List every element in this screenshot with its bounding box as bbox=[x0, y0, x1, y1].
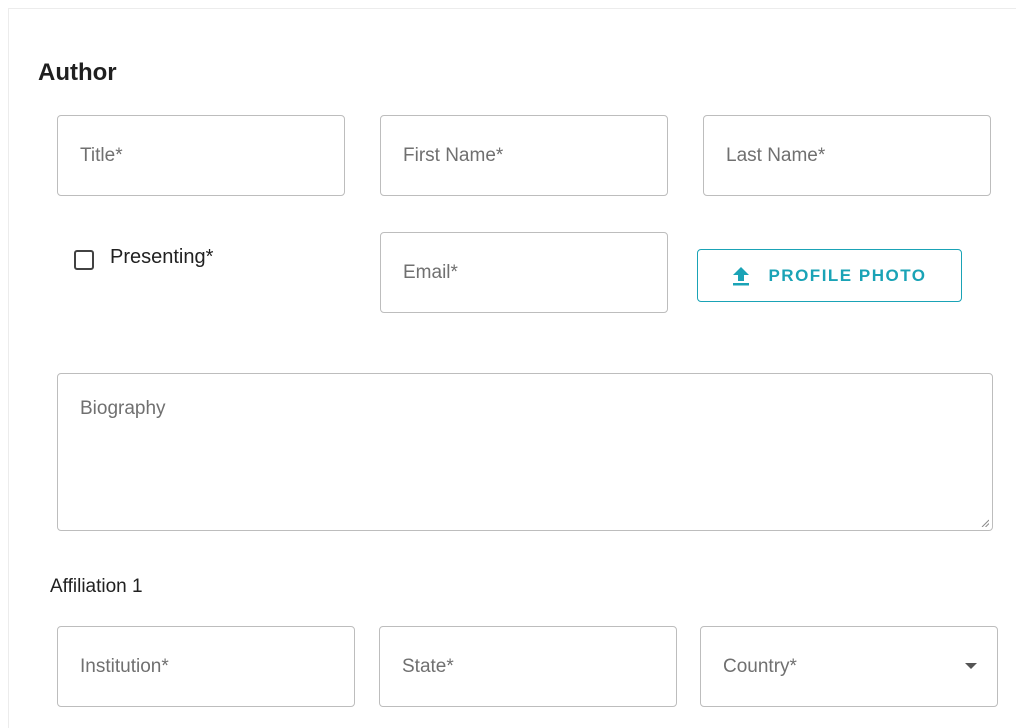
institution-input[interactable] bbox=[58, 627, 354, 706]
biography-textarea[interactable] bbox=[58, 374, 992, 530]
last-name-input[interactable] bbox=[704, 116, 990, 195]
presenting-checkbox[interactable] bbox=[74, 250, 94, 270]
email-field[interactable] bbox=[380, 232, 668, 313]
first-name-input[interactable] bbox=[381, 116, 667, 195]
state-field[interactable] bbox=[379, 626, 677, 707]
email-input[interactable] bbox=[381, 233, 667, 312]
last-name-field[interactable] bbox=[703, 115, 991, 196]
state-input[interactable] bbox=[380, 627, 676, 706]
profile-photo-label: PROFILE PHOTO bbox=[768, 265, 927, 285]
institution-field[interactable] bbox=[57, 626, 355, 707]
title-input[interactable] bbox=[58, 116, 344, 195]
profile-photo-upload-button[interactable]: PROFILE PHOTO bbox=[697, 249, 962, 302]
presenting-checkbox-control[interactable]: Presenting* bbox=[74, 246, 213, 270]
country-select-value: Country* bbox=[723, 655, 797, 677]
biography-field[interactable] bbox=[57, 373, 993, 531]
section-title: Author bbox=[38, 59, 117, 86]
presenting-label: Presenting* bbox=[110, 246, 214, 268]
country-select[interactable]: Country* bbox=[700, 626, 998, 707]
upload-icon bbox=[733, 266, 750, 285]
affiliation-title: Affiliation 1 bbox=[50, 576, 143, 597]
dropdown-arrow-icon bbox=[965, 663, 977, 669]
first-name-field[interactable] bbox=[380, 115, 668, 196]
title-field[interactable] bbox=[57, 115, 345, 196]
